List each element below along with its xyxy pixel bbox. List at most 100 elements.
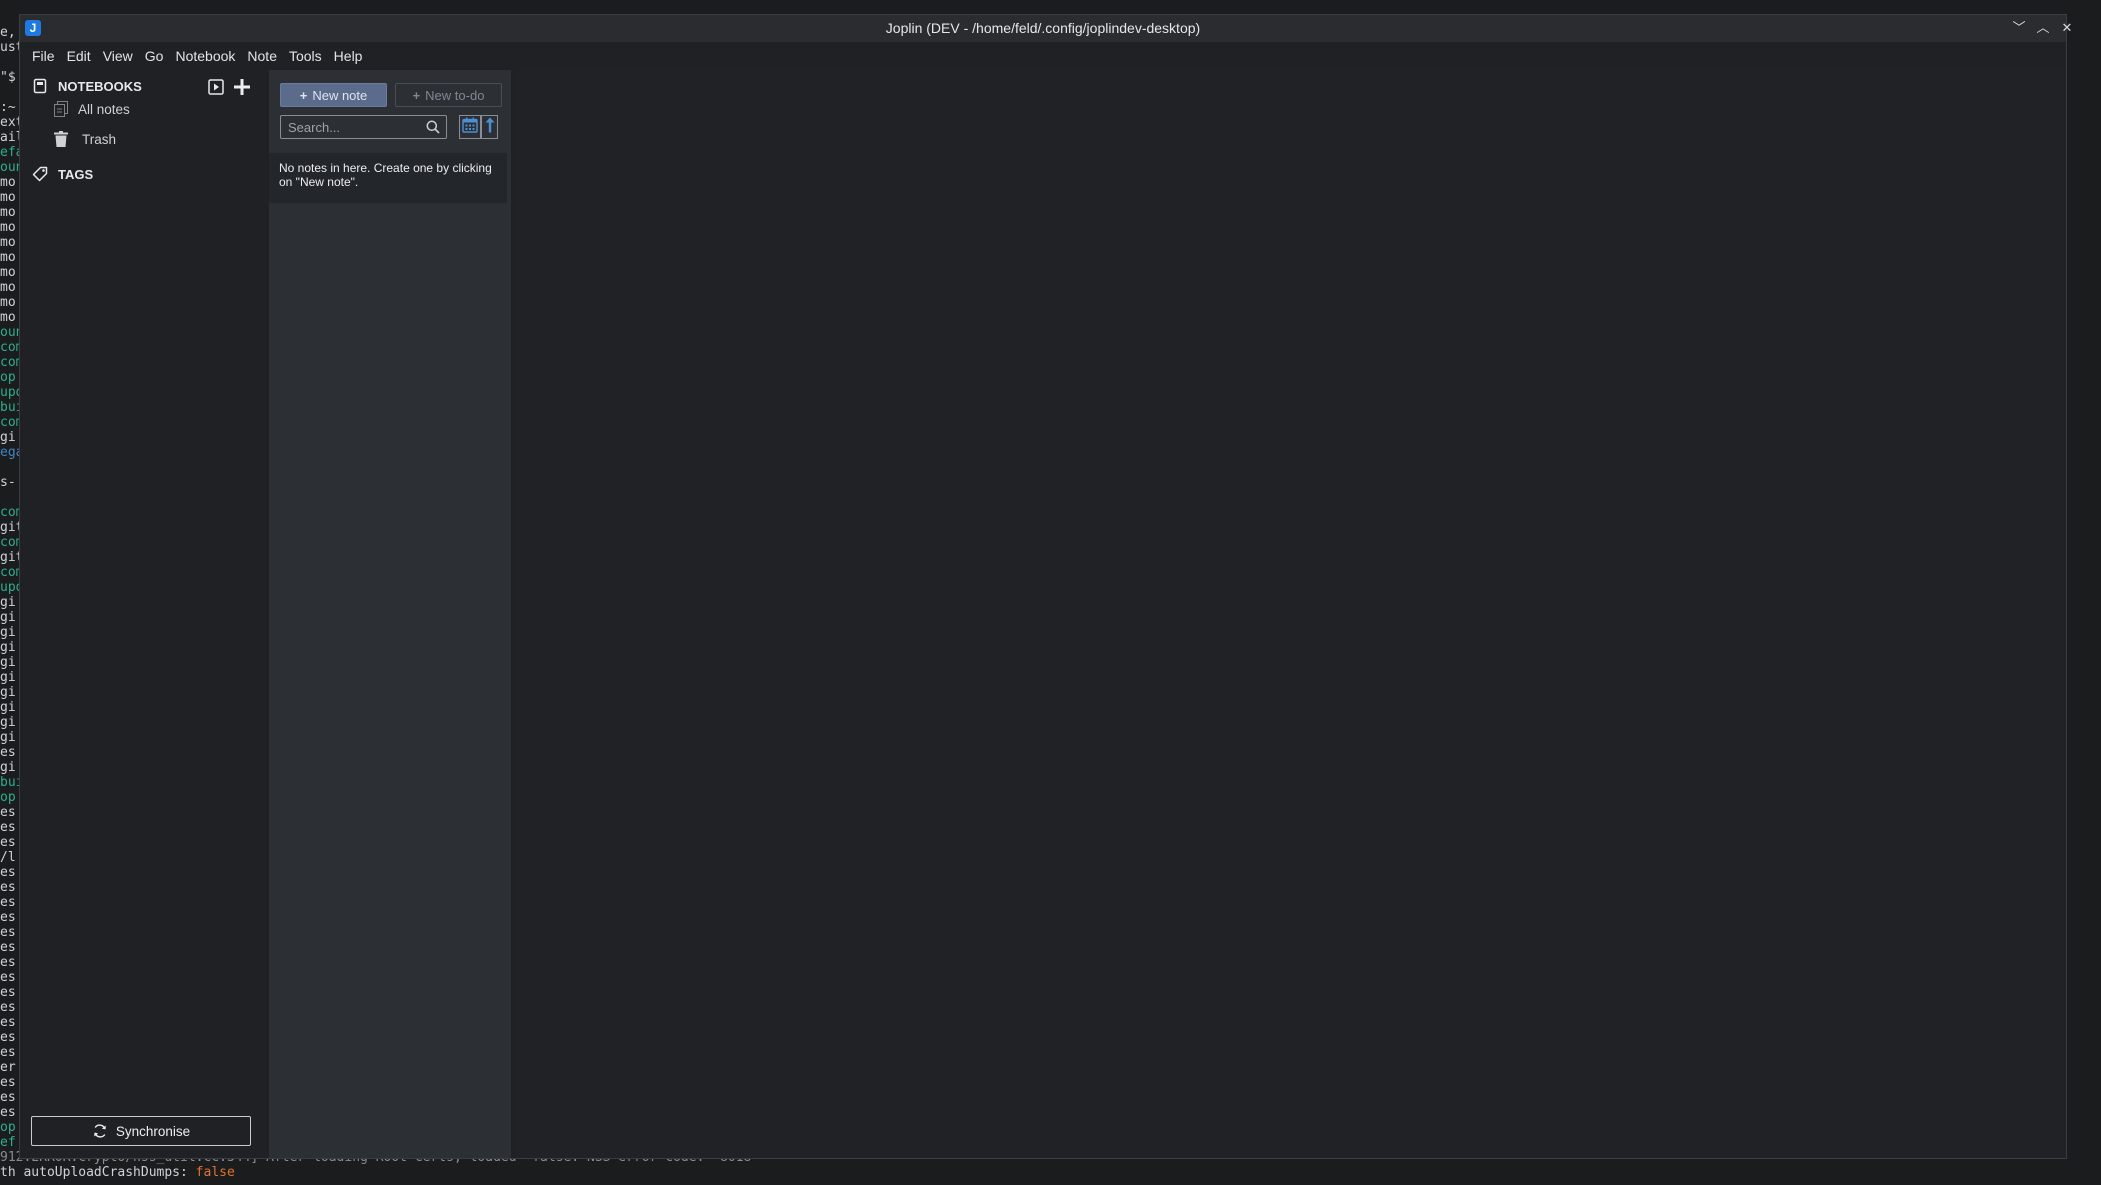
terminal-line: ext [0, 115, 19, 130]
terminal-line: oun [0, 160, 19, 175]
calendar-icon [462, 117, 478, 138]
terminal-line: gi [0, 610, 16, 625]
terminal-line: es [0, 1000, 16, 1015]
terminal-line: e, [0, 25, 16, 40]
terminal-line: git [0, 550, 19, 565]
terminal-line: mo [0, 265, 16, 280]
notebooks-label: NOTEBOOKS [58, 78, 142, 94]
terminal-line: bui [0, 400, 19, 415]
close-icon[interactable]: ✕ [2057, 18, 2077, 38]
terminal-line: ega [0, 445, 19, 460]
sync-icon [92, 1123, 108, 1139]
synchronise-button[interactable]: Synchronise [31, 1116, 251, 1146]
new-todo-button[interactable]: + New to-do [395, 83, 502, 107]
terminal-line: ail [0, 130, 19, 145]
menu-file[interactable]: File [26, 42, 61, 70]
add-notebook-icon[interactable] [233, 78, 251, 101]
minimize-icon[interactable]: ﹀ [2009, 18, 2029, 38]
new-todo-label: New to-do [425, 87, 485, 103]
menu-help[interactable]: Help [328, 42, 369, 70]
sidebar-item-all-notes[interactable]: All notes [54, 101, 130, 117]
search-input[interactable] [281, 118, 420, 136]
sort-by-date-button[interactable] [459, 115, 481, 139]
notebook-icon [32, 78, 48, 94]
terminal-line: /l [0, 850, 16, 865]
tag-icon [32, 166, 48, 182]
terminal-line: gi [0, 430, 16, 445]
terminal-line: ust [0, 40, 19, 55]
terminal-line: mo [0, 220, 16, 235]
window-title: Joplin (DEV - /home/feld/.config/joplind… [885, 20, 1201, 36]
terminal-line: git [0, 520, 19, 535]
terminal-line: com [0, 340, 19, 355]
search-box [280, 115, 447, 139]
terminal-line: s- [0, 475, 16, 490]
sidebar-item-trash[interactable]: Trash [54, 131, 116, 147]
terminal-line: es [0, 1015, 16, 1030]
tags-header[interactable]: TAGS [32, 166, 93, 182]
menu-note[interactable]: Note [241, 42, 283, 70]
terminal-line: upd [0, 580, 19, 595]
all-notes-icon [54, 101, 68, 117]
terminal-line: com [0, 415, 19, 430]
title-bar[interactable]: J Joplin (DEV - /home/feld/.config/jopli… [20, 15, 2072, 42]
terminal-line: es [0, 820, 16, 835]
terminal-line: oun [0, 325, 19, 340]
terminal-line: op [0, 370, 16, 385]
terminal-line: gi [0, 730, 16, 745]
terminal-line: com [0, 565, 19, 580]
menu-tools[interactable]: Tools [283, 42, 328, 70]
terminal-line: es [0, 1105, 16, 1120]
terminal-line: gi [0, 670, 16, 685]
terminal-line: upd [0, 385, 19, 400]
terminal-line: es [0, 865, 16, 880]
terminal-line: es [0, 925, 16, 940]
toggle-notebooks-icon[interactable] [208, 79, 224, 100]
trash-label: Trash [82, 131, 117, 147]
terminal-line: gi [0, 655, 16, 670]
search-icon[interactable] [426, 120, 440, 139]
menu-edit[interactable]: Edit [61, 42, 97, 70]
terminal-line: es [0, 970, 16, 985]
terminal-line: ef [0, 1135, 16, 1150]
maximize-icon[interactable]: ︿ [2033, 18, 2053, 38]
menu-bar: File Edit View Go Notebook Note Tools He… [20, 42, 2066, 70]
note-editor-area [515, 70, 2066, 1158]
terminal-line: op [0, 790, 16, 805]
terminal-line: com [0, 355, 19, 370]
terminal-line: es [0, 895, 16, 910]
terminal-line: er [0, 1060, 16, 1075]
arrow-up-icon [485, 117, 495, 138]
terminal-line: es [0, 835, 16, 850]
terminal-line: gi [0, 595, 16, 610]
terminal-line: gi [0, 640, 16, 655]
terminal-left-column: e,ust"$:~extailefaounmomomomomomomomomom… [0, 25, 19, 1150]
terminal-line: mo [0, 280, 16, 295]
menu-view[interactable]: View [97, 42, 139, 70]
sidebar: NOTEBOOKS All notes Trash TAGS Synchroni… [20, 70, 265, 1158]
terminal-line: es [0, 940, 16, 955]
terminal-line: es [0, 1090, 16, 1105]
terminal-line: es [0, 1030, 16, 1045]
sort-order-button[interactable] [481, 115, 498, 139]
new-note-label: New note [312, 87, 368, 103]
terminal-line: mo [0, 310, 16, 325]
terminal-line: es [0, 1075, 16, 1090]
menu-go[interactable]: Go [139, 42, 170, 70]
menu-notebook[interactable]: Notebook [169, 42, 241, 70]
terminal-line: es [0, 805, 16, 820]
plus-icon: + [299, 87, 308, 103]
terminal-line: gi [0, 760, 16, 775]
terminal-line: op [0, 1120, 16, 1135]
terminal-line: com [0, 535, 19, 550]
terminal-line: bui [0, 775, 19, 790]
trash-icon [54, 131, 68, 147]
terminal-line: es [0, 985, 16, 1000]
notebooks-header[interactable]: NOTEBOOKS [32, 78, 142, 94]
new-note-button[interactable]: + New note [280, 83, 387, 107]
plus-icon: + [412, 87, 421, 103]
